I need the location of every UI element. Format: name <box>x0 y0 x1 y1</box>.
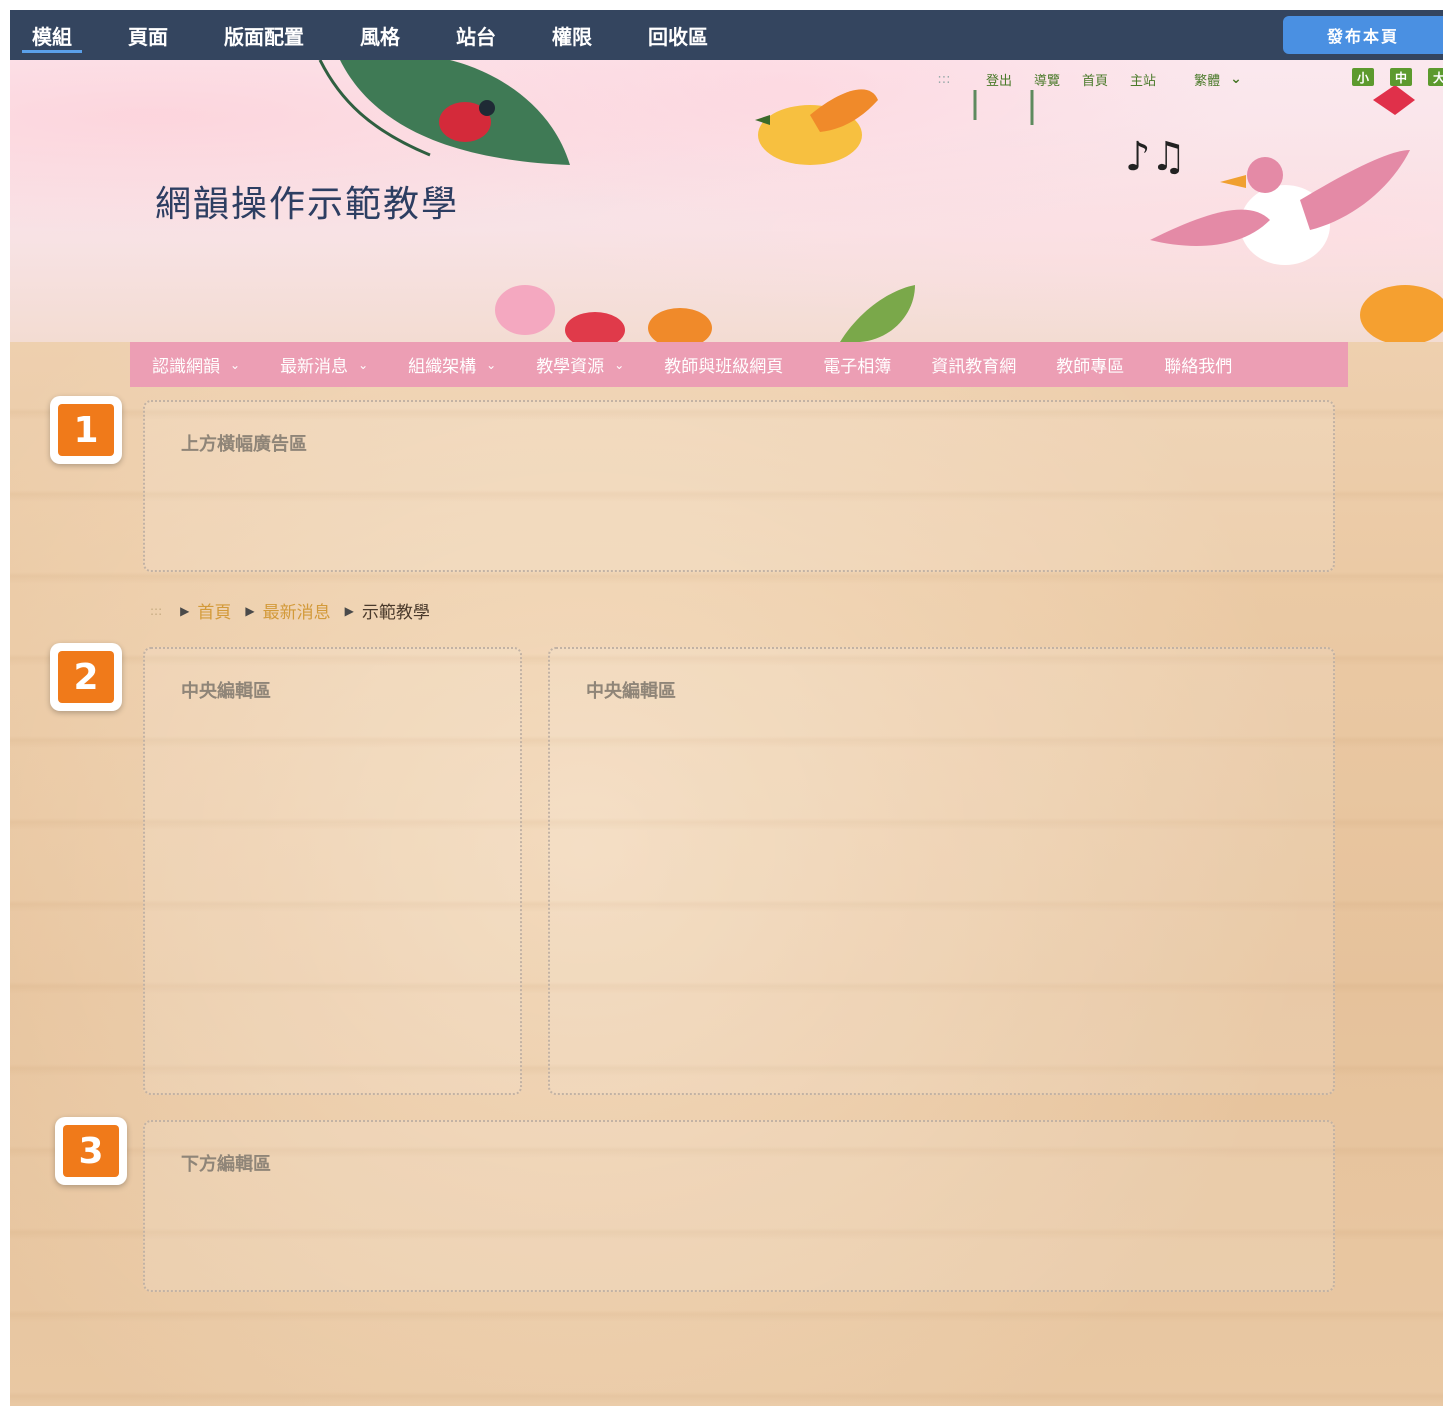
nav-item-label: 資訊教育網 <box>931 357 1017 377</box>
nav-item-teacher-class-pages[interactable]: 教師與班級網頁 <box>642 342 801 387</box>
zone-label: 下方編輯區 <box>181 1154 271 1175</box>
nav-item-news[interactable]: 最新消息 ⌄ <box>258 342 386 387</box>
nav-item-label: 教師與班級網頁 <box>664 357 784 377</box>
breadcrumb-dots: ::: <box>150 603 163 618</box>
tab-recycle-bin[interactable]: 回收區 <box>626 10 730 60</box>
nav-item-label: 教師專區 <box>1056 357 1125 377</box>
nav-item-contact[interactable]: 聯絡我們 <box>1142 342 1250 387</box>
breadcrumb-news[interactable]: 最新消息 <box>263 598 331 623</box>
svg-text:♪♫: ♪♫ <box>1125 134 1186 180</box>
center-edit-zone-right[interactable]: 中央編輯區 <box>548 647 1335 1095</box>
bottom-edit-zone[interactable]: 下方編輯區 <box>143 1120 1335 1292</box>
breadcrumb-current: 示範教學 <box>361 603 430 623</box>
utility-links: ::: 登出 導覽 首頁 主站 繁體 ⌄ <box>924 65 1242 93</box>
font-size-medium-button[interactable]: 中 <box>1390 68 1412 86</box>
zone-number: 1 <box>58 404 114 456</box>
zone-number-badge: 3 <box>55 1117 127 1185</box>
font-size-switcher: 小 中 大 <box>1352 68 1443 86</box>
triangle-right-icon: ▶ <box>245 603 255 618</box>
zone-number-badge: 1 <box>50 396 122 464</box>
chevron-down-icon: ⌄ <box>1230 71 1242 87</box>
tab-site[interactable]: 站台 <box>434 10 518 60</box>
guide-link[interactable]: 導覽 <box>1034 70 1060 89</box>
nav-item-it-education[interactable]: 資訊教育網 <box>909 342 1034 387</box>
tab-permissions[interactable]: 權限 <box>530 10 614 60</box>
font-size-small-button[interactable]: 小 <box>1352 68 1374 86</box>
triangle-right-icon: ▶ <box>180 603 190 618</box>
main-site-link[interactable]: 主站 <box>1130 70 1156 89</box>
tab-style[interactable]: 風格 <box>338 10 422 60</box>
chevron-down-icon: ⌄ <box>358 357 369 372</box>
logout-link[interactable]: 登出 <box>986 70 1012 89</box>
breadcrumb: ::: ▶ 首頁 ▶ 最新消息 ▶ 示範教學 <box>150 598 440 623</box>
site-title: 網韻操作示範教學 <box>155 184 460 225</box>
zone-number-badge: 2 <box>50 643 122 711</box>
nav-item-label: 教學資源 <box>536 357 605 377</box>
top-banner-ad-zone[interactable]: 上方橫幅廣告區 <box>143 400 1335 572</box>
zone-label: 上方橫幅廣告區 <box>181 434 307 455</box>
zone-label: 中央編輯區 <box>586 681 676 702</box>
main-navigation: 認識網韻 ⌄ 最新消息 ⌄ 組織架構 ⌄ 教學資源 ⌄ 教師與班級網頁 電子相簿 資訊教… <box>130 342 1348 387</box>
publish-page-button[interactable]: 發布本頁 <box>1283 16 1443 54</box>
chevron-down-icon: ⌄ <box>230 357 241 372</box>
site-banner: ♪♫ 網韻操作示範教學 <box>10 60 1443 342</box>
nav-item-photo-album[interactable]: 電子相簿 <box>801 342 909 387</box>
nav-item-label: 聯絡我們 <box>1164 357 1233 377</box>
zone-number: 2 <box>58 651 114 703</box>
nav-item-label: 電子相簿 <box>823 357 892 377</box>
page-canvas: 模組 頁面 版面配置 風格 站台 權限 回收區 發布本頁 ♪♫ 網韻操作示範教學… <box>10 10 1443 1406</box>
admin-toolbar: 模組 頁面 版面配置 風格 站台 權限 回收區 發布本頁 <box>10 10 1443 60</box>
nav-item-label: 認識網韻 <box>152 357 220 377</box>
center-edit-zone-left[interactable]: 中央編輯區 <box>143 647 522 1095</box>
triangle-right-icon: ▶ <box>344 603 354 618</box>
nav-item-label: 最新消息 <box>280 357 349 377</box>
language-label: 繁體 <box>1194 73 1221 89</box>
tab-pages[interactable]: 頁面 <box>106 10 190 60</box>
tab-modules[interactable]: 模組 <box>10 10 94 60</box>
zone-label: 中央編輯區 <box>181 681 271 702</box>
home-link[interactable]: 首頁 <box>1082 70 1108 89</box>
font-size-large-button[interactable]: 大 <box>1428 68 1443 86</box>
nav-item-about[interactable]: 認識網韻 ⌄ <box>130 342 258 387</box>
tab-layout[interactable]: 版面配置 <box>202 10 326 60</box>
nav-item-teaching-resources[interactable]: 教學資源 ⌄ <box>514 342 642 387</box>
chevron-down-icon: ⌄ <box>614 357 625 372</box>
zone-number: 3 <box>63 1125 119 1177</box>
nav-item-label: 組織架構 <box>408 357 477 377</box>
breadcrumb-home[interactable]: 首頁 <box>197 598 231 623</box>
language-select[interactable]: 繁體 ⌄ <box>1194 70 1242 89</box>
nav-item-organization[interactable]: 組織架構 ⌄ <box>386 342 514 387</box>
nav-item-teacher-zone[interactable]: 教師專區 <box>1034 342 1142 387</box>
accesskey-dots[interactable]: ::: <box>924 72 964 87</box>
chevron-down-icon: ⌄ <box>486 357 497 372</box>
